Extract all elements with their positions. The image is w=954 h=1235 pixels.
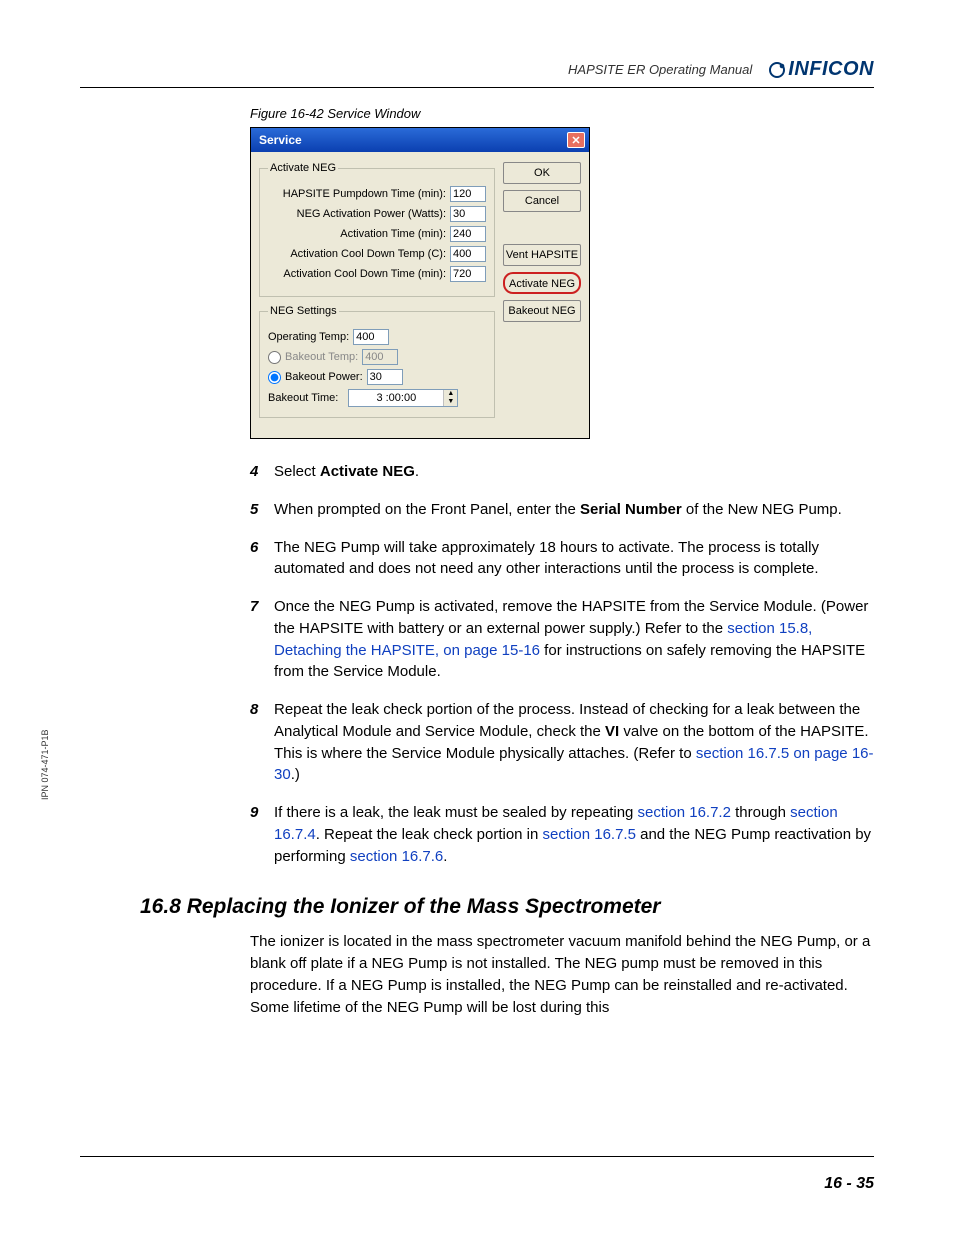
act-time-input[interactable] (450, 226, 486, 242)
side-ipn: IPN 074-471-P1B (40, 729, 50, 800)
step-6-text: The NEG Pump will take approximately 18 … (274, 537, 874, 581)
op-temp-label: Operating Temp: (268, 331, 349, 343)
cool-time-label: Activation Cool Down Time (min): (268, 268, 446, 280)
step-number: 5 (250, 499, 274, 521)
figure-caption: Figure 16-42 Service Window (250, 106, 874, 121)
bakeout-time-label: Bakeout Time: (268, 392, 338, 404)
step-4-text: Select Activate NEG. (274, 461, 874, 483)
cool-temp-input[interactable] (450, 246, 486, 262)
cool-time-input[interactable] (450, 266, 486, 282)
step-number: 7 (250, 596, 274, 683)
cross-ref-link[interactable]: section 16.7.6 (350, 848, 443, 865)
section-heading: 16.8 Replacing the Ionizer of the Mass S… (140, 895, 874, 919)
bakeout-neg-button[interactable]: Bakeout NEG (503, 300, 581, 322)
pumpdown-label: HAPSITE Pumpdown Time (min): (268, 188, 446, 200)
bakeout-temp-input[interactable] (362, 349, 398, 365)
bakeout-time-spinner[interactable]: ▲▼ (348, 389, 458, 407)
power-label: NEG Activation Power (Watts): (268, 208, 446, 220)
spinner-down-icon[interactable]: ▼ (444, 398, 457, 406)
act-time-label: Activation Time (min): (268, 228, 446, 240)
cross-ref-link[interactable]: section 16.7.5 (543, 826, 636, 843)
step-number: 4 (250, 461, 274, 483)
step-8-text: Repeat the leak check portion of the pro… (274, 699, 874, 786)
manual-name: HAPSITE ER Operating Manual (568, 62, 752, 77)
step-number: 8 (250, 699, 274, 786)
close-icon[interactable]: ✕ (567, 132, 585, 148)
op-temp-input[interactable] (353, 329, 389, 345)
bakeout-power-radio[interactable] (268, 371, 281, 384)
power-input[interactable] (450, 206, 486, 222)
service-dialog: Service ✕ Activate NEG HAPSITE Pumpdown … (250, 127, 590, 439)
spinner-up-icon[interactable]: ▲ (444, 390, 457, 398)
steps-content: 4 Select Activate NEG. 5 When prompted o… (250, 461, 874, 867)
step-7-text: Once the NEG Pump is activated, remove t… (274, 596, 874, 683)
cancel-button[interactable]: Cancel (503, 190, 581, 212)
dialog-titlebar: Service ✕ (251, 128, 589, 152)
section-paragraph: The ionizer is located in the mass spect… (250, 931, 874, 1018)
brand-text: INFICON (788, 58, 874, 81)
bakeout-temp-radio[interactable] (268, 351, 281, 364)
step-number: 6 (250, 537, 274, 581)
cool-temp-label: Activation Cool Down Temp (C): (268, 248, 446, 260)
vent-hapsite-button[interactable]: Vent HAPSITE (503, 244, 581, 266)
brand-logo: INFICON (768, 58, 874, 81)
step-9-text: If there is a leak, the leak must be sea… (274, 802, 874, 867)
bakeout-power-input[interactable] (367, 369, 403, 385)
cross-ref-link[interactable]: section 16.7.2 (638, 804, 731, 821)
step-number: 9 (250, 802, 274, 867)
bakeout-time-input[interactable] (349, 390, 443, 406)
activate-neg-group: Activate NEG HAPSITE Pumpdown Time (min)… (259, 162, 495, 297)
dialog-title: Service (259, 133, 302, 147)
pumpdown-input[interactable] (450, 186, 486, 202)
activate-neg-legend: Activate NEG (268, 162, 338, 174)
neg-settings-group: NEG Settings Operating Temp: Bakeout Tem… (259, 305, 495, 418)
page-footer: 16 - 35 (80, 1156, 874, 1193)
bakeout-temp-label: Bakeout Temp: (285, 351, 358, 363)
neg-settings-legend: NEG Settings (268, 305, 339, 317)
activate-neg-button[interactable]: Activate NEG (503, 272, 581, 294)
bakeout-power-label: Bakeout Power: (285, 371, 363, 383)
page-header: HAPSITE ER Operating Manual INFICON (80, 58, 874, 88)
logo-icon (768, 61, 786, 79)
step-5-text: When prompted on the Front Panel, enter … (274, 499, 874, 521)
ok-button[interactable]: OK (503, 162, 581, 184)
page-number: 16 - 35 (824, 1175, 874, 1192)
